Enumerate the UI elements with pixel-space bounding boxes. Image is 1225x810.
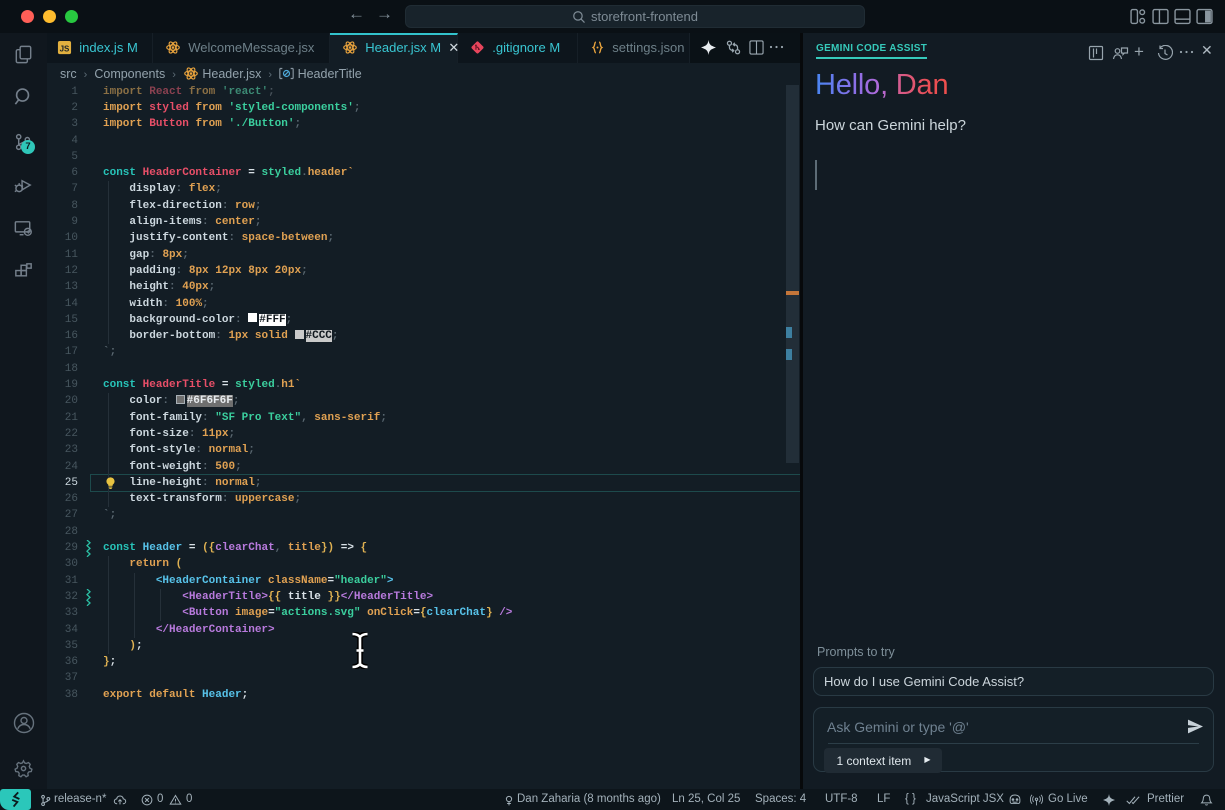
svg-text:JS: JS xyxy=(60,44,70,53)
